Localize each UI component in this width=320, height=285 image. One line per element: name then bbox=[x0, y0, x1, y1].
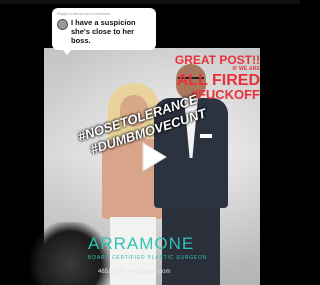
brand-name: ARRAMONE bbox=[88, 234, 195, 253]
brand-contact: 4651 1900 • arramone.com bbox=[98, 269, 171, 275]
reply-bubble[interactable]: Reply to heme.vux's comment I have a sus… bbox=[52, 8, 156, 55]
brand-footer: ARRAMONE BOARD CERTIFIED PLASTIC SURGEON… bbox=[88, 234, 260, 276]
reply-header: Reply to heme.vux's comment bbox=[57, 11, 111, 16]
avatar bbox=[57, 19, 68, 30]
top-strip bbox=[0, 0, 300, 4]
video-screen[interactable]: GREAT POST!! IF WE ARE ALL FIRED #FUCKOF… bbox=[0, 0, 300, 285]
play-icon bbox=[142, 142, 167, 172]
reply-comment: I have a suspicion she's close to her bo… bbox=[71, 18, 136, 45]
bubble-tail bbox=[62, 49, 72, 55]
brand-subtitle: BOARD CERTIFIED PLASTIC SURGEON bbox=[88, 255, 208, 261]
play-button[interactable] bbox=[138, 140, 170, 174]
overlay-line-1: GREAT POST!! bbox=[174, 53, 260, 67]
overlay-line-3: ALL FIRED bbox=[176, 72, 260, 89]
